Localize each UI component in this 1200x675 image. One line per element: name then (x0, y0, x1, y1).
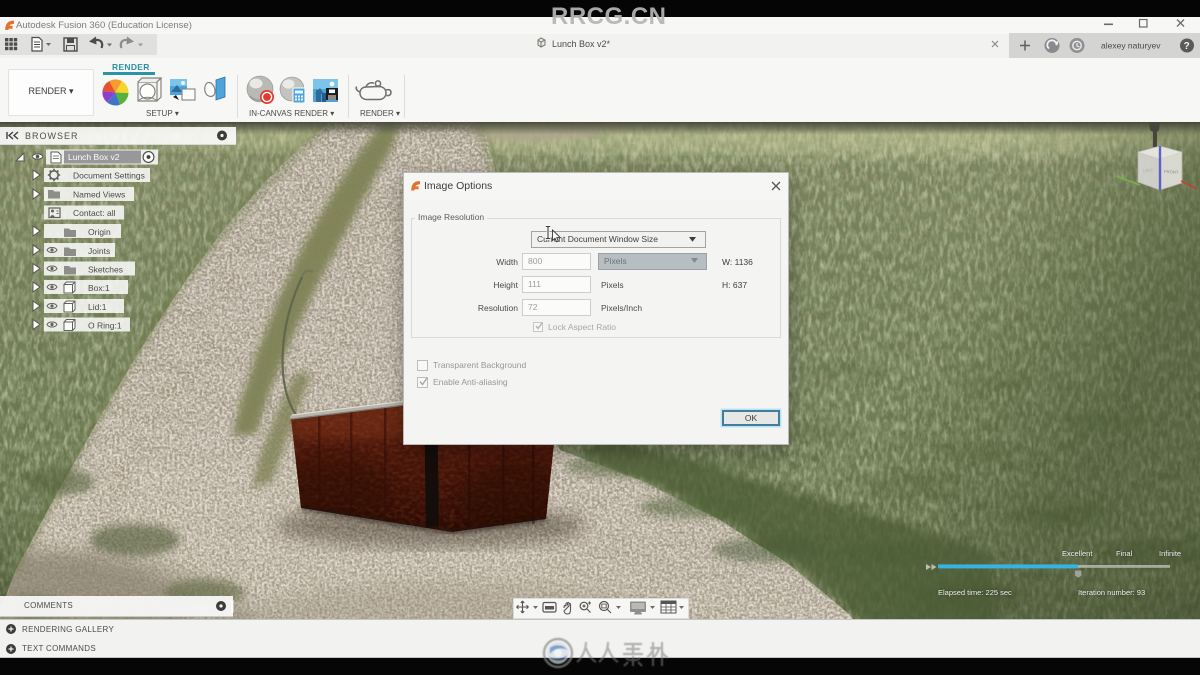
svg-text:O Ring:1: O Ring:1 (88, 321, 122, 331)
svg-text:Lunch Box v2*: Lunch Box v2* (552, 39, 611, 49)
svg-text:Lunch Box v2: Lunch Box v2 (68, 152, 120, 162)
svg-text:Joints: Joints (88, 246, 110, 256)
svg-text:BROWSER: BROWSER (25, 131, 79, 141)
svg-text:Origin: Origin (88, 227, 111, 237)
svg-text:LEFT: LEFT (1143, 168, 1154, 174)
svg-text:alexey naturyev: alexey naturyev (1101, 41, 1161, 51)
svg-text:Lid:1: Lid:1 (88, 302, 107, 312)
svg-text:Sketches: Sketches (88, 265, 123, 275)
svg-text:Named Views: Named Views (73, 190, 125, 200)
svg-text:Box:1: Box:1 (88, 283, 110, 293)
svg-text:Document Settings: Document Settings (73, 171, 145, 181)
svg-text:?: ? (1184, 41, 1190, 52)
svg-text:FRONT: FRONT (1164, 169, 1179, 175)
svg-text:Contact: all: Contact: all (73, 208, 116, 218)
